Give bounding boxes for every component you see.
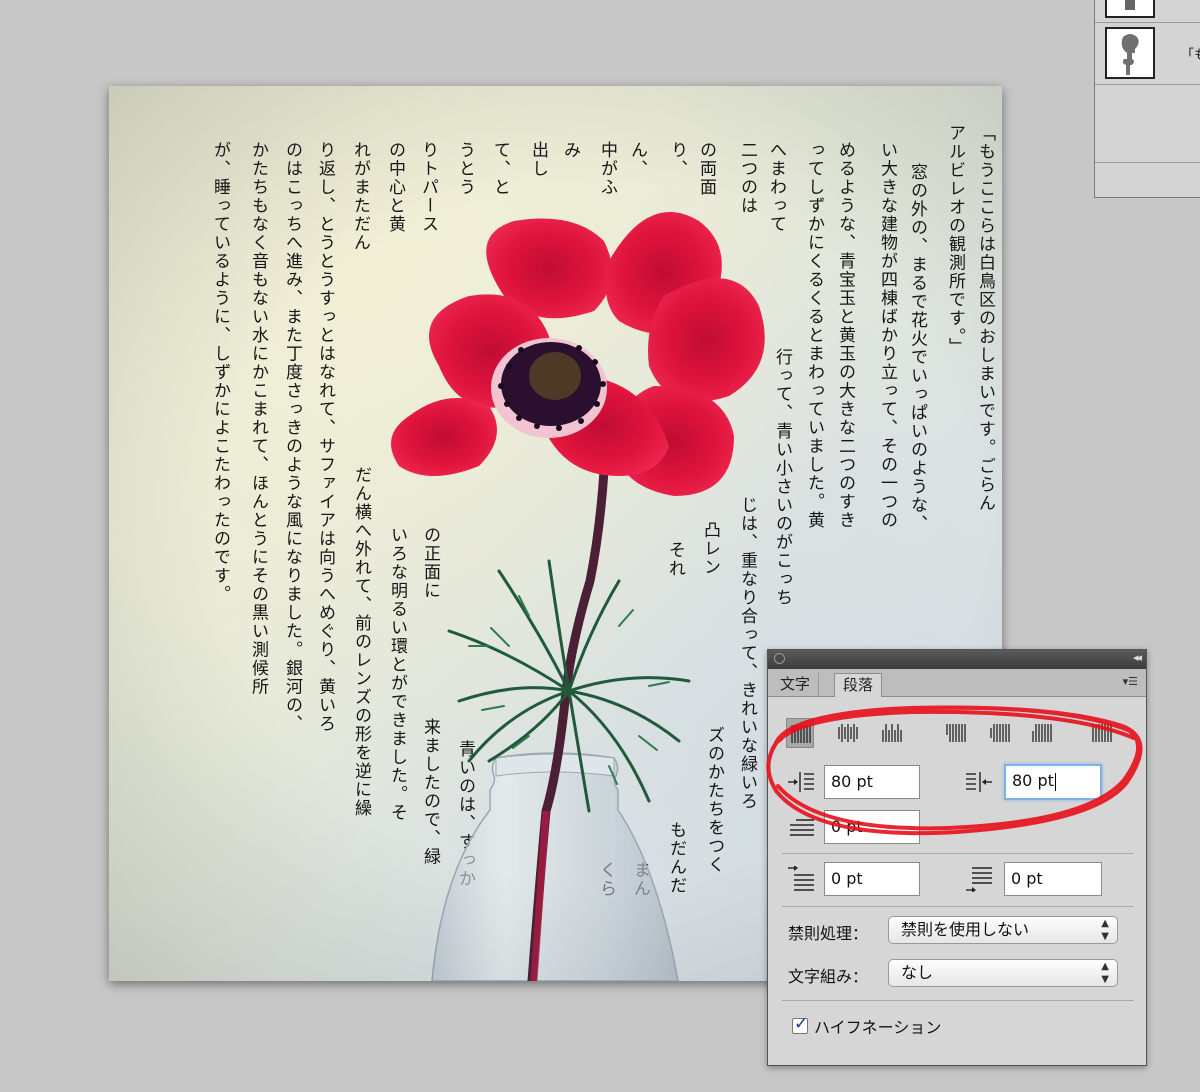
- right-indent-value: 80 pt: [1012, 771, 1054, 790]
- first-line-indent-field[interactable]: 0 pt: [824, 810, 920, 844]
- mojikumi-value: なし: [901, 963, 934, 982]
- layer-shape-icon: [1121, 34, 1139, 75]
- mojikumi-label: 文字組み：: [788, 967, 869, 986]
- tab-character[interactable]: 文字: [772, 673, 820, 696]
- align-left-icon: [791, 725, 811, 743]
- align-right-button[interactable]: [878, 718, 906, 748]
- divider: [782, 906, 1134, 907]
- justify-all-icon: [1092, 724, 1112, 742]
- hyphenation-label: ハイフネーション: [814, 1018, 942, 1037]
- panel-titlebar[interactable]: ◂◂: [768, 650, 1146, 669]
- align-right-icon: [882, 724, 902, 742]
- paragraph-panel: ◂◂ 文字 段落 ▾☰ 80 pt 80 pt 0 pt 0 pt 0 pt 禁…: [767, 649, 1147, 1066]
- kinsoku-select[interactable]: 禁則を使用しない ▲ ▼: [888, 916, 1118, 944]
- divider: [782, 853, 1134, 854]
- align-left-button[interactable]: [786, 718, 814, 748]
- stepper-arrows-icon: ▲ ▼: [1101, 918, 1109, 942]
- justify-all-button[interactable]: [1088, 718, 1116, 748]
- checkmark-icon: ✓: [794, 1014, 809, 1034]
- panel-tab-bar: 文字 段落 ▾☰: [768, 669, 1146, 697]
- right-indent-field[interactable]: 80 pt: [1004, 764, 1102, 800]
- text-caret: [1054, 772, 1056, 791]
- hyphenation-checkbox[interactable]: ✓: [792, 1014, 808, 1034]
- collapse-icon[interactable]: ◂◂: [1133, 651, 1142, 664]
- kinsoku-value: 禁則を使用しない: [901, 920, 1030, 939]
- kinsoku-label: 禁則処理：: [788, 924, 869, 943]
- align-center-icon: [838, 724, 858, 742]
- first-line-indent-icon: [790, 819, 814, 836]
- layers-panel-footer: [1095, 162, 1200, 163]
- justify-last-right-button[interactable]: [1028, 718, 1056, 748]
- divider: [782, 1000, 1134, 1001]
- space-after-icon: [966, 867, 992, 892]
- tab-paragraph[interactable]: 段落: [834, 673, 883, 697]
- justify-last-left-button[interactable]: [942, 718, 970, 748]
- justify-last-left-icon: [946, 724, 966, 742]
- justify-last-center-icon: [990, 724, 1010, 742]
- layer-thumbnail: [1105, 27, 1155, 79]
- right-indent-icon: [966, 772, 992, 792]
- left-indent-icon: [788, 772, 814, 792]
- close-icon[interactable]: [774, 653, 785, 664]
- space-before-field[interactable]: 0 pt: [824, 862, 920, 896]
- align-center-button[interactable]: [834, 718, 862, 748]
- panel-menu-icon[interactable]: ▾☰: [1123, 675, 1138, 688]
- layer-shape-icon: [1125, 0, 1135, 10]
- stepper-arrows-icon: ▲ ▼: [1101, 961, 1109, 985]
- layers-panel: 「も: [1094, 0, 1200, 198]
- layer-row[interactable]: 「も: [1095, 22, 1200, 85]
- layer-name: 「も: [1181, 48, 1200, 63]
- space-before-icon: [788, 866, 814, 891]
- left-indent-field[interactable]: 80 pt: [824, 765, 920, 799]
- justify-last-right-icon: [1032, 724, 1052, 742]
- layer-thumbnail: [1105, 0, 1155, 18]
- justify-last-center-button[interactable]: [986, 718, 1014, 748]
- layer-row[interactable]: [1095, 0, 1200, 23]
- space-after-field[interactable]: 0 pt: [1004, 862, 1102, 896]
- mojikumi-select[interactable]: なし ▲ ▼: [888, 959, 1118, 987]
